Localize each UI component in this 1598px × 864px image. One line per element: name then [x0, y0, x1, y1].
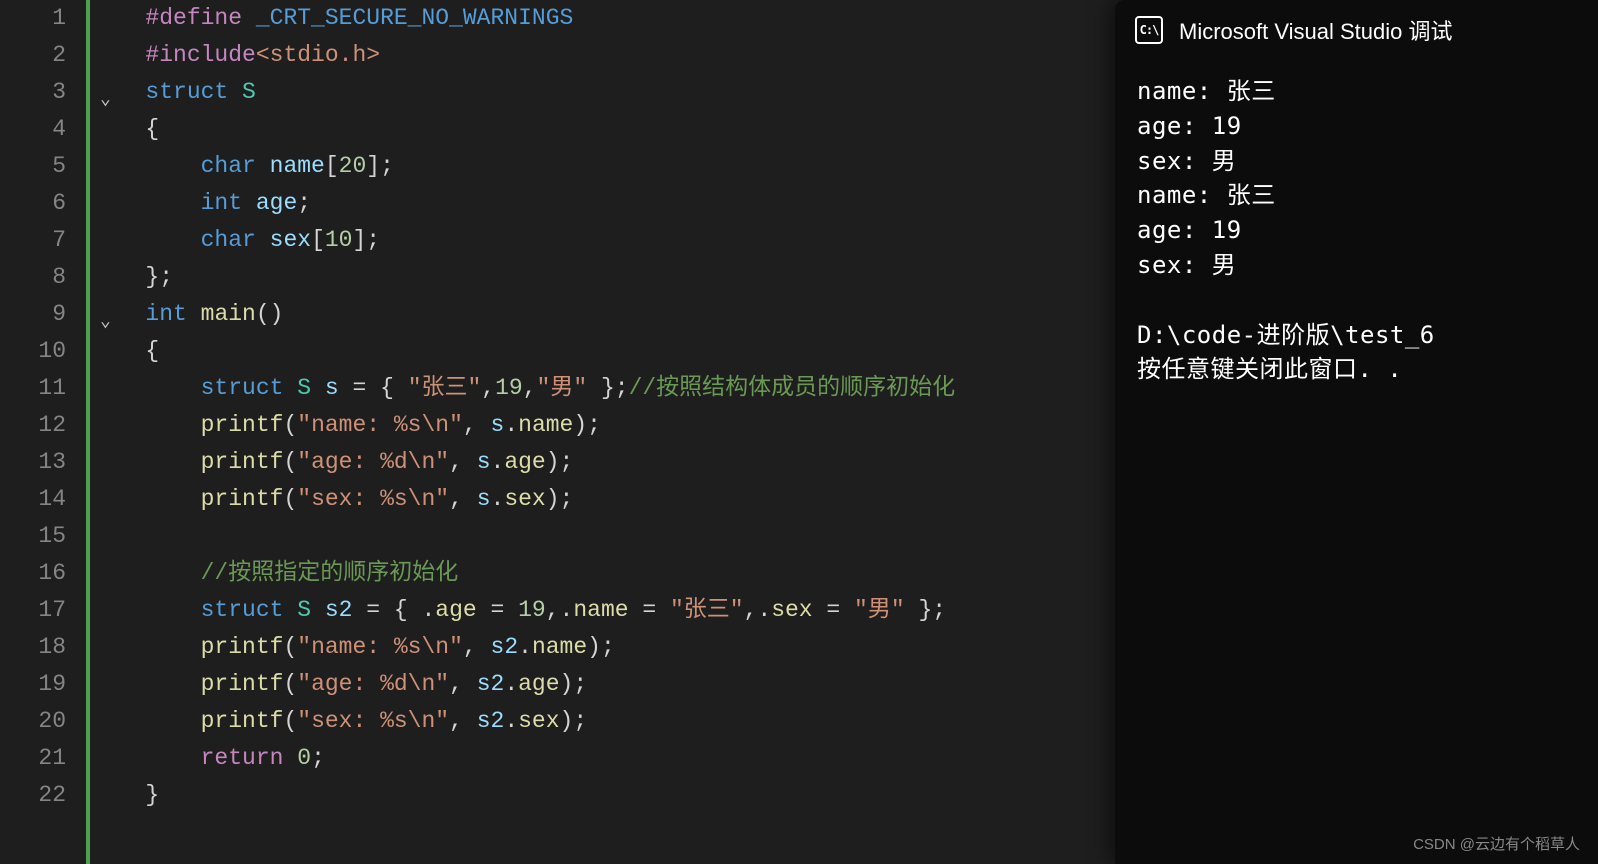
code-editor[interactable]: 1 2 3 4 5 6 7 8 9 10 11 12 13 14 15 16 1…	[0, 0, 1115, 864]
code-line[interactable]: };	[104, 259, 1115, 296]
code-line[interactable]: {	[104, 333, 1115, 370]
code-area[interactable]: #define _CRT_SECURE_NO_WARNINGS #include…	[94, 0, 1115, 864]
line-number: 8	[0, 259, 66, 296]
code-line[interactable]: printf("name: %s\n", s.name);	[104, 407, 1115, 444]
line-number: 5	[0, 148, 66, 185]
line-number: 1	[0, 0, 66, 37]
line-number: 12	[0, 407, 66, 444]
console-titlebar[interactable]: C:\ Microsoft Visual Studio 调试	[1115, 0, 1598, 60]
code-line[interactable]: {	[104, 111, 1115, 148]
line-number: 17	[0, 592, 66, 629]
line-number: 3	[0, 74, 66, 111]
console-output[interactable]: name: 张三 age: 19 sex: 男 name: 张三 age: 19…	[1115, 60, 1598, 401]
code-line[interactable]: ⌄ struct S	[104, 74, 1115, 111]
watermark: CSDN @云边有个稻草人	[1413, 833, 1580, 854]
code-line[interactable]	[104, 518, 1115, 555]
code-line[interactable]: printf("sex: %s\n", s.sex);	[104, 481, 1115, 518]
change-indicator	[86, 0, 94, 864]
code-line[interactable]: return 0;	[104, 740, 1115, 777]
code-line[interactable]: struct S s2 = { .age = 19,.name = "张三",.…	[104, 592, 1115, 629]
line-number-gutter: 1 2 3 4 5 6 7 8 9 10 11 12 13 14 15 16 1…	[0, 0, 86, 864]
code-line[interactable]: printf("age: %d\n", s.age);	[104, 444, 1115, 481]
code-line[interactable]: printf("name: %s\n", s2.name);	[104, 629, 1115, 666]
code-line[interactable]: char name[20];	[104, 148, 1115, 185]
line-number: 14	[0, 481, 66, 518]
terminal-icon: C:\	[1135, 16, 1163, 44]
code-line[interactable]: //按照指定的顺序初始化	[104, 555, 1115, 592]
chevron-down-icon[interactable]: ⌄	[100, 304, 118, 322]
code-line[interactable]: char sex[10];	[104, 222, 1115, 259]
line-number: 21	[0, 740, 66, 777]
line-number: 15	[0, 518, 66, 555]
code-line[interactable]: #include<stdio.h>	[104, 37, 1115, 74]
line-number: 4	[0, 111, 66, 148]
line-number: 7	[0, 222, 66, 259]
code-line[interactable]: printf("age: %d\n", s2.age);	[104, 666, 1115, 703]
line-number: 19	[0, 666, 66, 703]
line-number: 20	[0, 703, 66, 740]
code-line[interactable]: int age;	[104, 185, 1115, 222]
line-number: 2	[0, 37, 66, 74]
console-title: Microsoft Visual Studio 调试	[1179, 14, 1452, 46]
line-number: 10	[0, 333, 66, 370]
code-line[interactable]: ⌄ int main()	[104, 296, 1115, 333]
debug-console-window[interactable]: C:\ Microsoft Visual Studio 调试 name: 张三 …	[1115, 0, 1598, 864]
line-number: 18	[0, 629, 66, 666]
chevron-down-icon[interactable]: ⌄	[100, 82, 118, 100]
code-line[interactable]: #define _CRT_SECURE_NO_WARNINGS	[104, 0, 1115, 37]
line-number: 11	[0, 370, 66, 407]
code-line[interactable]: printf("sex: %s\n", s2.sex);	[104, 703, 1115, 740]
line-number: 22	[0, 777, 66, 814]
line-number: 13	[0, 444, 66, 481]
line-number: 9	[0, 296, 66, 333]
code-line[interactable]: struct S s = { "张三",19,"男" };//按照结构体成员的顺…	[104, 370, 1115, 407]
line-number: 6	[0, 185, 66, 222]
code-line[interactable]: }	[104, 777, 1115, 814]
line-number: 16	[0, 555, 66, 592]
